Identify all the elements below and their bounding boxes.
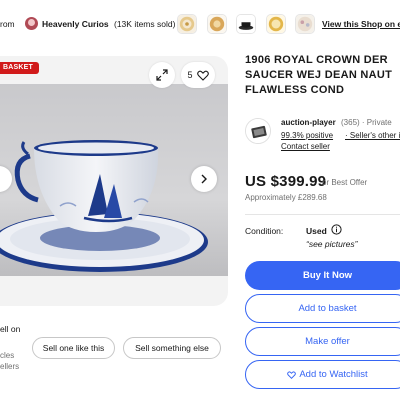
shop-items-sold: (13K items sold) — [114, 19, 176, 29]
condition-label: Condition: — [245, 226, 284, 236]
make-offer-button[interactable]: Make offer — [245, 327, 400, 356]
seller-positive-feedback-link[interactable]: 99.3% positive — [281, 131, 333, 140]
watch-count-button[interactable]: 5 — [181, 62, 215, 88]
image-gallery[interactable]: BASKET 5 — [0, 56, 228, 306]
add-to-watchlist-label: Add to Watchlist — [299, 369, 368, 380]
condition-note: “see pictures” — [306, 239, 358, 249]
expand-image-button[interactable] — [149, 62, 175, 88]
add-to-basket-button[interactable]: Add to basket — [245, 294, 400, 323]
sell-something-else-button[interactable]: Sell something else — [123, 337, 221, 359]
gold-plate-thumbnail[interactable] — [177, 14, 197, 34]
sell-on-text: ell on — [0, 324, 21, 334]
shop-name-link[interactable]: Heavenly Curios — [42, 19, 109, 29]
info-icon[interactable] — [331, 224, 342, 235]
item-title-line: 1906 ROYAL CROWN DER — [245, 54, 388, 66]
shop-avatar[interactable] — [25, 17, 38, 30]
best-offer-text: or Best Offer — [322, 178, 368, 187]
divider — [245, 214, 400, 215]
teacup-thumbnail[interactable] — [236, 14, 256, 34]
gold-bowl-thumbnail[interactable] — [266, 14, 286, 34]
sell-text-fragment: ellers — [0, 362, 20, 371]
amber-plate-thumbnail[interactable] — [207, 14, 227, 34]
sell-text-fragment: cles — [0, 351, 15, 360]
watch-count: 5 — [187, 70, 193, 80]
contact-seller-link[interactable]: Contact seller — [281, 142, 330, 151]
next-image-button[interactable] — [191, 166, 217, 192]
chevron-right-icon — [201, 174, 207, 184]
basket-badge: BASKET — [0, 62, 39, 74]
expand-icon — [156, 69, 168, 81]
item-title-line: FLAWLESS COND — [245, 84, 345, 96]
shop-promo-bar: rom Heavenly Curios (13K items sold) Vie… — [0, 0, 400, 44]
item-price: US $399.99 — [245, 173, 327, 190]
floral-plate-thumbnail[interactable] — [295, 14, 315, 34]
approx-price: Approximately £289.68 — [245, 193, 327, 202]
seller-avatar[interactable] — [245, 118, 271, 144]
view-shop-link[interactable]: View this Shop on e — [322, 19, 400, 29]
seller-name-link[interactable]: auction-player — [281, 118, 336, 127]
sell-one-like-this-button[interactable]: Sell one like this — [32, 337, 115, 359]
seller-feedback-count: (365) · Private — [341, 118, 392, 127]
condition-value: Used — [306, 226, 327, 236]
add-to-watchlist-button[interactable]: Add to Watchlist — [245, 360, 400, 389]
heart-icon — [287, 370, 297, 379]
promo-from-text: rom — [0, 19, 15, 29]
buy-it-now-button[interactable]: Buy It Now — [245, 261, 400, 290]
seller-other-items-link[interactable]: · Seller's other it — [345, 131, 400, 140]
heart-icon — [196, 70, 209, 81]
item-title: 1906 ROYAL CROWN DER SAUCER WEJ DEAN NAU… — [245, 53, 400, 98]
item-title-line: SAUCER WEJ DEAN NAUT — [245, 69, 393, 81]
